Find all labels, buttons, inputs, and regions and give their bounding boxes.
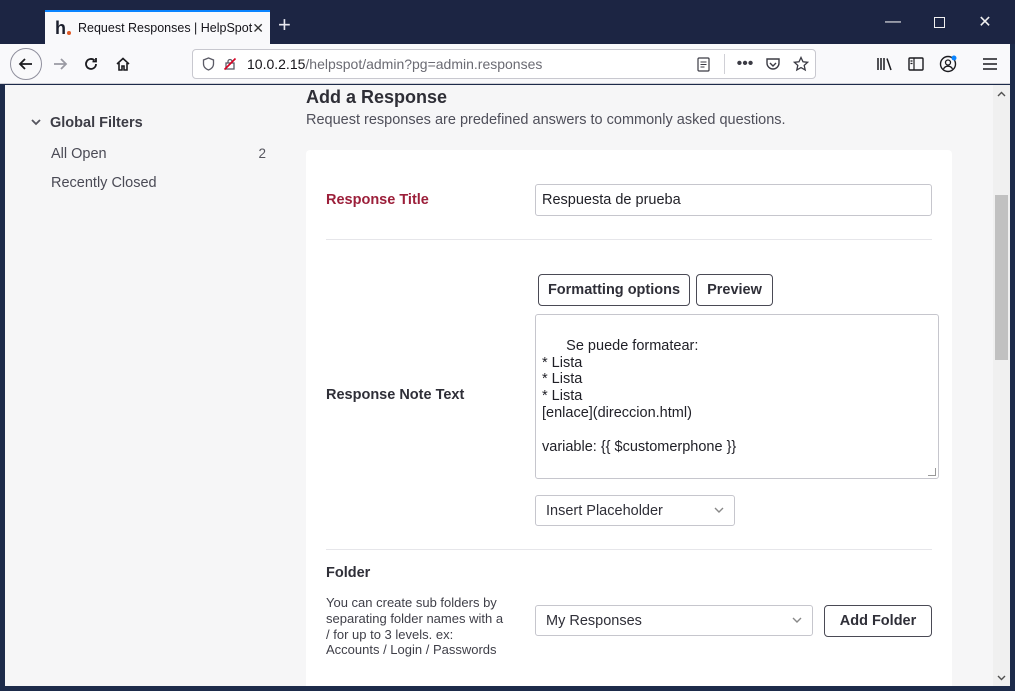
- window-border: [1010, 44, 1015, 691]
- forward-arrow-icon[interactable]: [45, 49, 75, 79]
- folder-select[interactable]: My Responses: [535, 605, 813, 636]
- response-note-text: Se puede formatear: * Lista * Lista * Li…: [542, 337, 737, 455]
- menu-hamburger-icon[interactable]: [975, 49, 1005, 79]
- sidebar-header-global-filters[interactable]: Global Filters: [31, 115, 143, 131]
- chevron-down-icon: [714, 505, 724, 516]
- bookmark-star-icon[interactable]: [787, 53, 815, 75]
- library-icon[interactable]: [870, 49, 900, 79]
- response-title-label: Response Title: [326, 192, 429, 208]
- sidebar-item-label: All Open: [51, 146, 107, 162]
- url-bar-actions: •••: [688, 50, 815, 78]
- page-description: Request responses are predefined answers…: [306, 112, 786, 128]
- tab-title: Request Responses | HelpSpot: [78, 21, 253, 35]
- back-arrow-icon[interactable]: [10, 48, 42, 80]
- new-tab-icon[interactable]: +: [278, 14, 291, 36]
- browser-navbar: 10.0.2.15/helpspot/admin?pg=admin.respon…: [0, 44, 1015, 84]
- tab-close-icon[interactable]: ✕: [252, 20, 264, 37]
- response-note-textarea[interactable]: Se puede formatear: * Lista * Lista * Li…: [535, 314, 939, 479]
- sidebar-item-label: Recently Closed: [51, 175, 157, 191]
- formatting-options-button[interactable]: Formatting options: [538, 274, 690, 306]
- helpspot-favicon-icon: h: [55, 19, 71, 37]
- browser-titlebar: h Request Responses | HelpSpot ✕ + — ✕: [0, 0, 1015, 44]
- insert-placeholder-select[interactable]: Insert Placeholder: [535, 495, 735, 526]
- response-title-input[interactable]: Respuesta de prueba: [535, 184, 932, 216]
- sidebar-item-count: 2: [258, 146, 266, 161]
- reader-view-icon[interactable]: [688, 53, 718, 75]
- account-icon[interactable]: [933, 49, 963, 79]
- window-border: [0, 686, 1015, 691]
- chevron-down-icon: [792, 615, 802, 626]
- reload-icon[interactable]: [76, 49, 106, 79]
- scroll-down-icon[interactable]: [993, 669, 1010, 686]
- sidebar-toggle-icon[interactable]: [901, 49, 931, 79]
- insecure-lock-icon[interactable]: [219, 53, 241, 75]
- folder-label: Folder: [326, 565, 371, 581]
- insert-placeholder-label: Insert Placeholder: [546, 502, 663, 519]
- sidebar-header-label: Global Filters: [50, 115, 143, 131]
- page-actions-icon[interactable]: •••: [731, 53, 759, 75]
- maximize-icon[interactable]: [916, 0, 962, 44]
- response-note-label: Response Note Text: [326, 387, 465, 403]
- page-viewport: Global Filters All Open 2 Recently Close…: [5, 85, 993, 686]
- page-title: Add a Response: [306, 87, 448, 107]
- folder-select-value: My Responses: [546, 612, 642, 629]
- close-window-icon[interactable]: ✕: [962, 0, 1008, 44]
- page-scrollbar[interactable]: [993, 85, 1010, 686]
- chevron-down-icon: [31, 117, 41, 129]
- browser-tab[interactable]: h Request Responses | HelpSpot ✕: [45, 10, 270, 44]
- home-icon[interactable]: [108, 49, 138, 79]
- divider: [326, 239, 932, 240]
- add-folder-button[interactable]: Add Folder: [824, 605, 932, 637]
- scroll-up-icon[interactable]: [993, 85, 1010, 102]
- scroll-thumb[interactable]: [995, 195, 1008, 360]
- divider: [326, 549, 932, 550]
- url-bar[interactable]: 10.0.2.15/helpspot/admin?pg=admin.respon…: [192, 49, 816, 79]
- window-border: [0, 85, 5, 686]
- shield-icon[interactable]: [197, 53, 219, 75]
- response-form-card: Response Title Respuesta de prueba Forma…: [306, 150, 952, 686]
- sidebar-item-recently-closed[interactable]: Recently Closed: [51, 175, 266, 191]
- url-text[interactable]: 10.0.2.15/helpspot/admin?pg=admin.respon…: [247, 56, 542, 72]
- resize-grip-icon[interactable]: [928, 468, 936, 476]
- minimize-icon[interactable]: —: [870, 0, 916, 44]
- pocket-icon[interactable]: [759, 53, 787, 75]
- preview-button[interactable]: Preview: [696, 274, 773, 306]
- folder-help-text: You can create sub folders by separating…: [326, 595, 504, 658]
- sidebar-item-all-open[interactable]: All Open 2: [51, 146, 266, 162]
